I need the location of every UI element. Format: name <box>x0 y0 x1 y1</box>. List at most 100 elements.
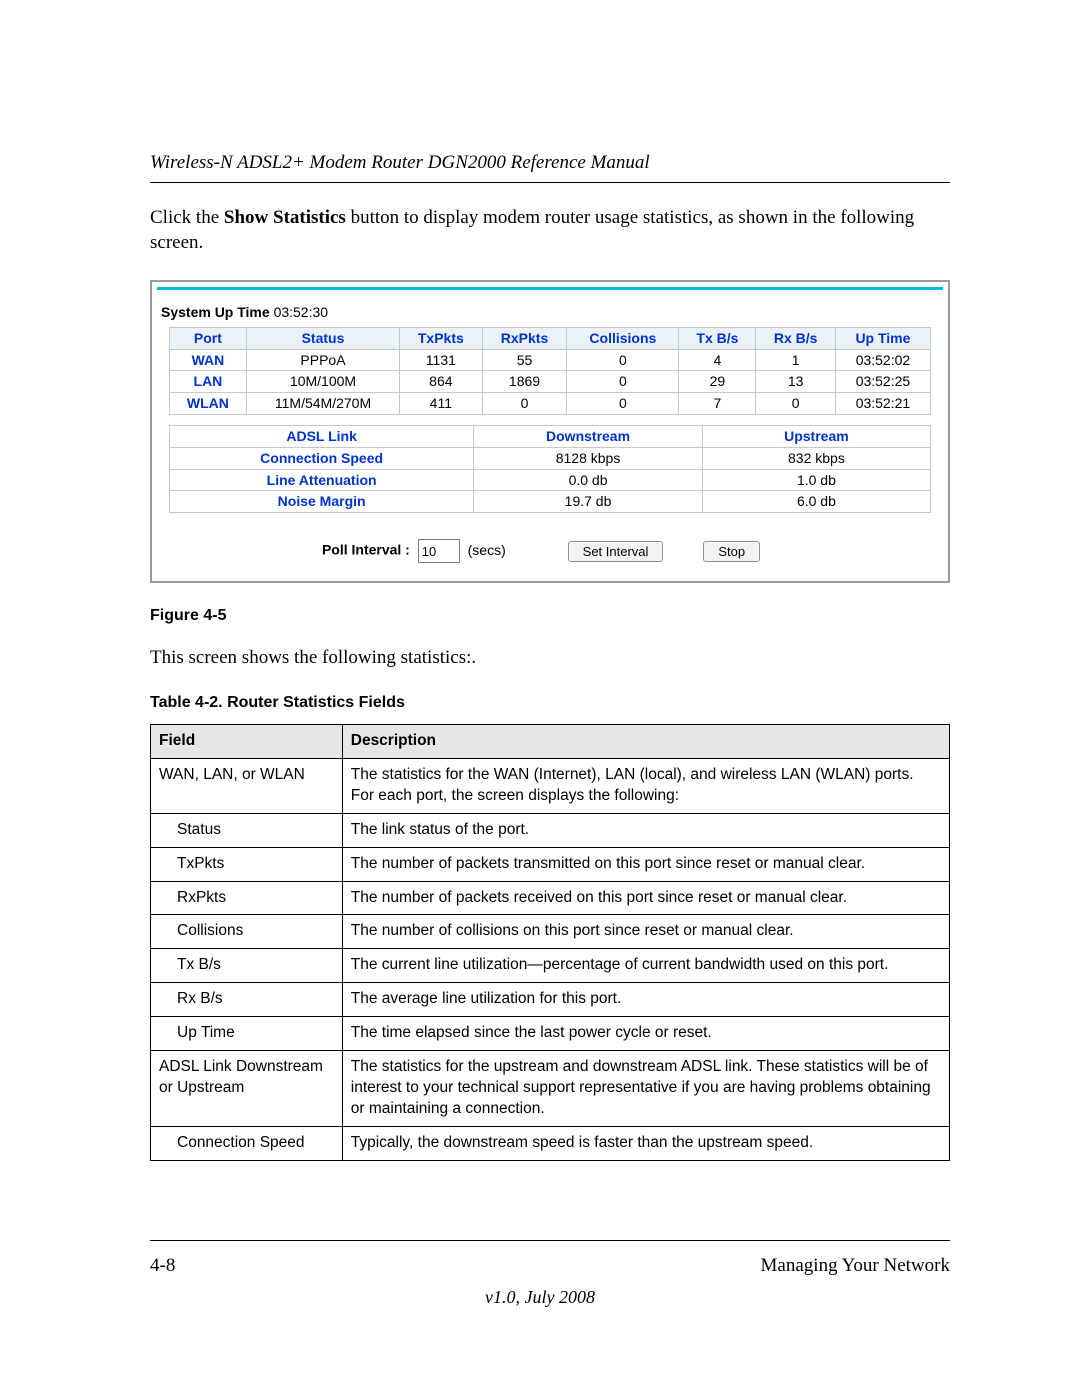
intro-pre: Click the <box>150 207 224 228</box>
cell-uptime: 03:52:25 <box>835 371 930 393</box>
cell-field: TxPkts <box>151 847 343 881</box>
cell-adsl-label: Noise Margin <box>169 491 473 513</box>
set-interval-button[interactable]: Set Interval <box>568 541 664 562</box>
table-title: Table 4-2. Router Statistics Fields <box>150 692 950 714</box>
cell-field: Rx B/s <box>151 983 343 1017</box>
cell-field: Status <box>151 813 343 847</box>
cell-field: WAN, LAN, or WLAN <box>151 758 343 813</box>
cell-description: The number of collisions on this port si… <box>342 915 949 949</box>
running-header: Wireless-N ADSL2+ Modem Router DGN2000 R… <box>150 150 950 176</box>
cell-rxbs: 0 <box>756 393 835 415</box>
stop-button[interactable]: Stop <box>703 541 760 562</box>
cell-txbs: 29 <box>679 371 756 393</box>
intro-paragraph: Click the Show Statistics button to disp… <box>150 205 950 256</box>
cell-field: ADSL Link Downstream or Upstream <box>151 1051 343 1127</box>
intro-bold: Show Statistics <box>224 207 346 228</box>
cell-description: Typically, the downstream speed is faste… <box>342 1126 949 1160</box>
table-row: CollisionsThe number of collisions on th… <box>151 915 950 949</box>
cell-downstream: 8128 kbps <box>474 447 702 469</box>
cell-port: WAN <box>169 349 246 371</box>
cell-description: The number of packets transmitted on thi… <box>342 847 949 881</box>
cell-uptime: 03:52:02 <box>835 349 930 371</box>
cell-downstream: 19.7 db <box>474 491 702 513</box>
accent-bar <box>157 287 943 290</box>
cell-txbs: 4 <box>679 349 756 371</box>
page-number: 4-8 <box>150 1253 175 1279</box>
col-uptime: Up Time <box>835 327 930 349</box>
cell-collisions: 0 <box>567 393 679 415</box>
table-row: Connection SpeedTypically, the downstrea… <box>151 1126 950 1160</box>
cell-rxpkts: 0 <box>482 393 567 415</box>
table-row: Noise Margin19.7 db6.0 db <box>169 491 930 513</box>
version-footer: v1.0, July 2008 <box>0 1285 1080 1309</box>
table-header-row: Field Description <box>151 724 950 758</box>
table-row: Up TimeThe time elapsed since the last p… <box>151 1017 950 1051</box>
table-row: Line Attenuation0.0 db1.0 db <box>169 469 930 491</box>
cell-description: The statistics for the upstream and down… <box>342 1051 949 1127</box>
figure-caption: Figure 4-5 <box>150 605 950 627</box>
statistics-screenshot: System Up Time 03:52:30 Port Status TxPk… <box>150 280 950 583</box>
cell-collisions: 0 <box>567 349 679 371</box>
cell-rxpkts: 1869 <box>482 371 567 393</box>
system-up-time: System Up Time 03:52:30 <box>161 304 939 321</box>
cell-description: The number of packets received on this p… <box>342 881 949 915</box>
cell-description: The average line utilization for this po… <box>342 983 949 1017</box>
col-rxbs: Rx B/s <box>756 327 835 349</box>
cell-rxbs: 13 <box>756 371 835 393</box>
table-row: Tx B/sThe current line utilization—perce… <box>151 949 950 983</box>
table-header-row: Port Status TxPkts RxPkts Collisions Tx … <box>169 327 930 349</box>
poll-interval-unit: (secs) <box>468 542 506 558</box>
cell-status: 10M/100M <box>246 371 399 393</box>
table-row: WANPPPoA11315504103:52:02 <box>169 349 930 371</box>
cell-uptime: 03:52:21 <box>835 393 930 415</box>
cell-description: The current line utilization—percentage … <box>342 949 949 983</box>
table-row: RxPktsThe number of packets received on … <box>151 881 950 915</box>
cell-upstream: 832 kbps <box>702 447 930 469</box>
cell-description: The statistics for the WAN (Internet), L… <box>342 758 949 813</box>
col-txbs: Tx B/s <box>679 327 756 349</box>
poll-interval-row: Poll Interval : (secs) Set Interval Stop <box>153 539 947 563</box>
cell-status: PPPoA <box>246 349 399 371</box>
cell-rxbs: 1 <box>756 349 835 371</box>
system-up-time-value: 03:52:30 <box>274 304 329 320</box>
cell-collisions: 0 <box>567 371 679 393</box>
port-statistics-table: Port Status TxPkts RxPkts Collisions Tx … <box>169 327 931 415</box>
cell-field: Connection Speed <box>151 1126 343 1160</box>
header-rule <box>150 182 950 183</box>
page-footer: 4-8 Managing Your Network <box>150 1253 950 1279</box>
cell-txbs: 7 <box>679 393 756 415</box>
section-title: Managing Your Network <box>761 1253 950 1279</box>
col-collisions: Collisions <box>567 327 679 349</box>
table-row: Rx B/sThe average line utilization for t… <box>151 983 950 1017</box>
cell-description: The link status of the port. <box>342 813 949 847</box>
col-rxpkts: RxPkts <box>482 327 567 349</box>
col-port: Port <box>169 327 246 349</box>
footer-rule <box>150 1240 950 1241</box>
col-txpkts: TxPkts <box>400 327 483 349</box>
table-row: Connection Speed8128 kbps832 kbps <box>169 447 930 469</box>
poll-interval-input[interactable] <box>418 539 460 563</box>
table-row: LAN10M/100M86418690291303:52:25 <box>169 371 930 393</box>
cell-field: Tx B/s <box>151 949 343 983</box>
cell-field: Up Time <box>151 1017 343 1051</box>
table-header-row: ADSL Link Downstream Upstream <box>169 425 930 447</box>
table-row: ADSL Link Downstream or UpstreamThe stat… <box>151 1051 950 1127</box>
cell-txpkts: 411 <box>400 393 483 415</box>
cell-adsl-label: Line Attenuation <box>169 469 473 491</box>
cell-field: RxPkts <box>151 881 343 915</box>
col-downstream: Downstream <box>474 425 702 447</box>
cell-upstream: 1.0 db <box>702 469 930 491</box>
cell-txpkts: 864 <box>400 371 483 393</box>
cell-description: The time elapsed since the last power cy… <box>342 1017 949 1051</box>
system-up-time-label: System Up Time <box>161 304 270 320</box>
cell-port: WLAN <box>169 393 246 415</box>
cell-rxpkts: 55 <box>482 349 567 371</box>
col-status: Status <box>246 327 399 349</box>
table-row: WAN, LAN, or WLANThe statistics for the … <box>151 758 950 813</box>
table-row: TxPktsThe number of packets transmitted … <box>151 847 950 881</box>
cell-port: LAN <box>169 371 246 393</box>
cell-txpkts: 1131 <box>400 349 483 371</box>
col-adsl-link: ADSL Link <box>169 425 473 447</box>
adsl-link-table: ADSL Link Downstream Upstream Connection… <box>169 425 931 513</box>
cell-upstream: 6.0 db <box>702 491 930 513</box>
